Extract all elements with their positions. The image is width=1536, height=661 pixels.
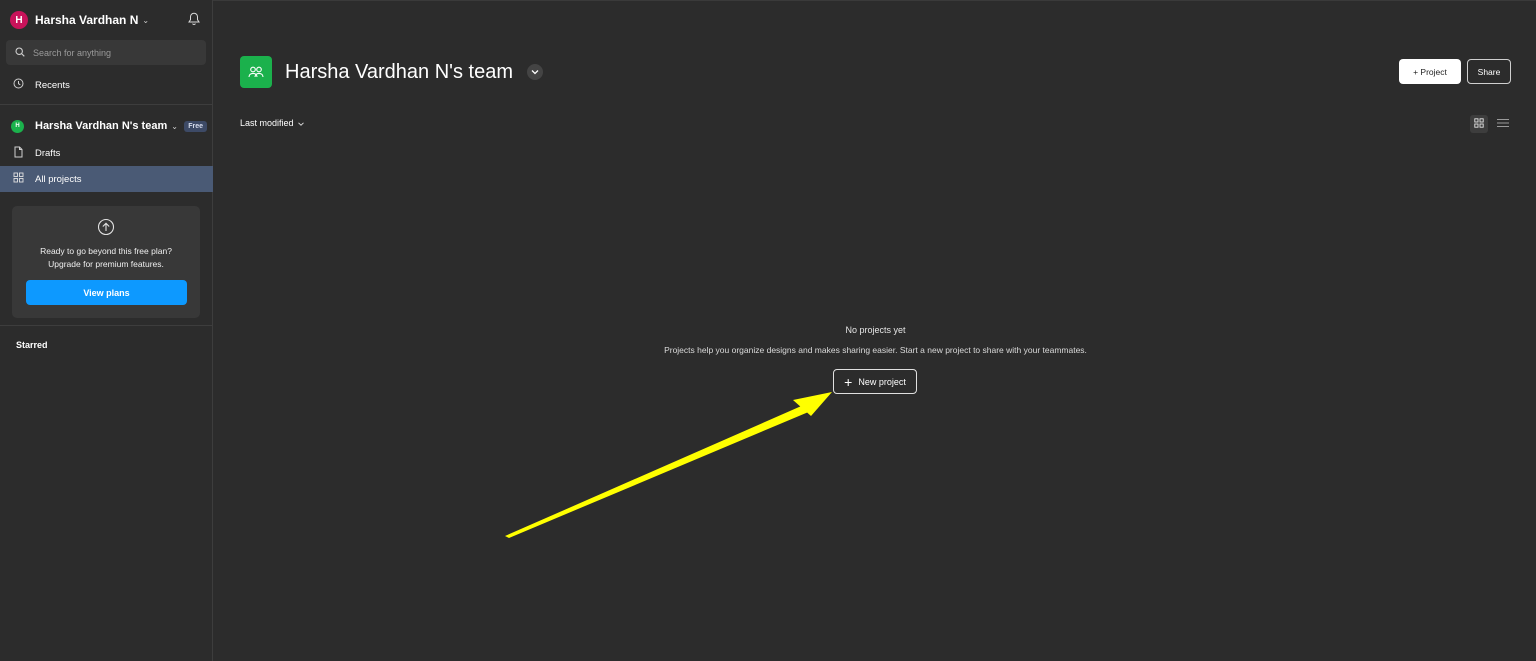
sort-dropdown[interactable]: Last modified (240, 118, 304, 128)
upgrade-text: Ready to go beyond this free plan? Upgra… (12, 245, 200, 271)
top-border (213, 0, 1536, 1)
sidebar-item-label: Drafts (35, 147, 61, 159)
sidebar-item-all-projects[interactable]: All projects (0, 166, 213, 192)
team-avatar: H (11, 119, 24, 133)
search-icon (15, 44, 25, 62)
page-header: Harsha Vardhan N's team (240, 56, 543, 88)
user-menu[interactable]: H Harsha Vardhan N ⌄ (10, 10, 206, 30)
grid-icon (1474, 115, 1484, 133)
upload-icon (97, 218, 115, 241)
chevron-down-icon[interactable] (527, 64, 543, 80)
grid-view-toggle[interactable] (1470, 115, 1488, 133)
search-bar[interactable] (6, 40, 206, 65)
sort-label: Last modified (240, 118, 294, 128)
upgrade-card: Ready to go beyond this free plan? Upgra… (12, 206, 200, 318)
clock-icon (13, 78, 24, 92)
grid-icon (13, 172, 24, 186)
list-view-icon (1497, 115, 1509, 133)
chevron-down-icon: ⌄ (142, 15, 150, 25)
sidebar-item-label: Recents (35, 79, 70, 91)
upgrade-line-2: Upgrade for premium features. (48, 259, 164, 269)
avatar: H (10, 11, 28, 29)
share-button[interactable]: Share (1467, 59, 1511, 84)
plan-badge: Free (184, 120, 207, 132)
new-project-label: New project (858, 376, 906, 387)
divider (0, 325, 213, 326)
empty-state-description: Projects help you organize designs and m… (664, 345, 1087, 355)
sidebar: H Harsha Vardhan N ⌄ Recents H Harsha Va… (0, 0, 213, 661)
list-view-toggle[interactable] (1494, 115, 1512, 133)
sidebar-item-drafts[interactable]: Drafts (0, 140, 213, 166)
plus-icon: + (844, 373, 853, 390)
team-name: Harsha Vardhan N's team (35, 120, 168, 132)
add-project-button[interactable]: + Project (1399, 59, 1461, 84)
view-plans-button[interactable]: View plans (26, 280, 187, 305)
chevron-down-icon (297, 118, 304, 128)
team-switcher[interactable]: H Harsha Vardhan N's team ⌄ Free (11, 117, 207, 135)
user-name: Harsha Vardhan N (35, 13, 139, 27)
new-project-button[interactable]: + New project (833, 369, 917, 394)
sidebar-item-label: All projects (35, 173, 82, 185)
page-title: Harsha Vardhan N's team (285, 60, 513, 83)
search-input[interactable] (33, 47, 193, 58)
divider (0, 104, 213, 105)
sidebar-item-recents[interactable]: Recents (0, 72, 213, 98)
file-icon (13, 146, 24, 161)
upgrade-line-1: Ready to go beyond this free plan? (40, 246, 172, 256)
bell-icon[interactable] (188, 12, 200, 31)
empty-state-title: No projects yet (845, 325, 906, 335)
team-icon (240, 56, 272, 88)
starred-heading: Starred (16, 340, 48, 350)
chevron-down-icon: ⌄ (171, 121, 178, 131)
